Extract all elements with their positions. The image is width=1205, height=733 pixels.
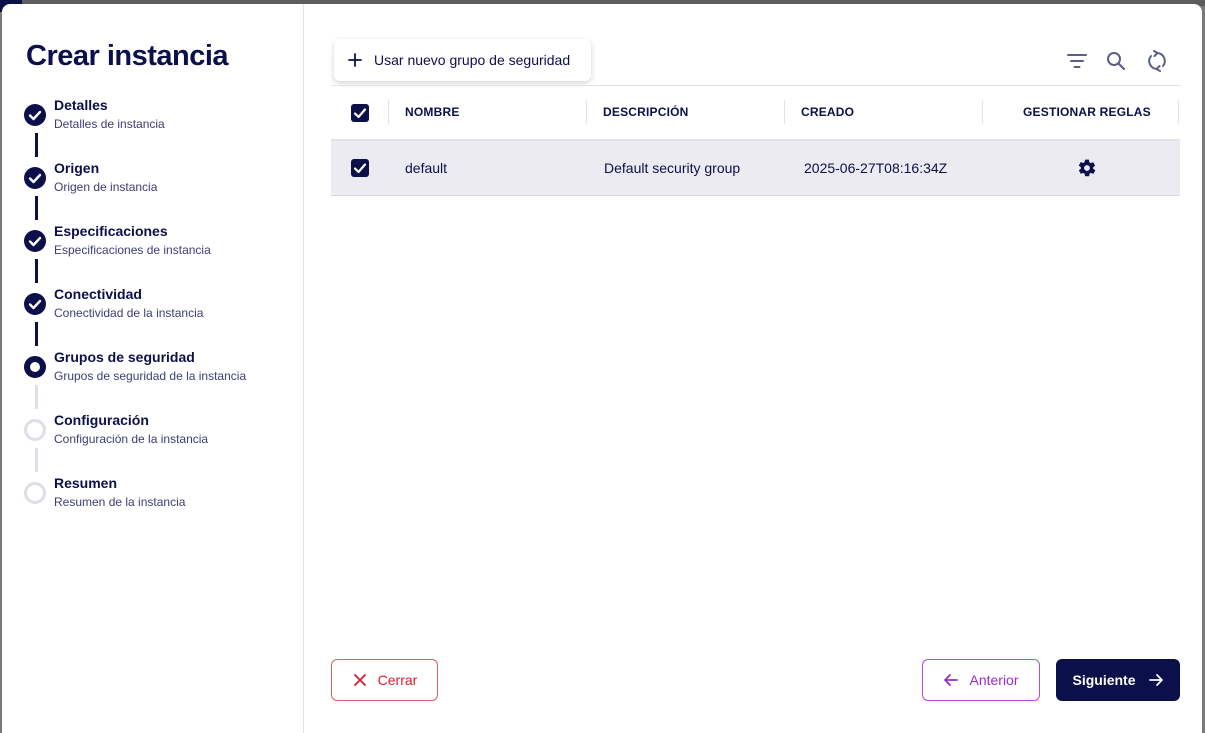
check-circle-icon: [24, 167, 46, 189]
refresh-icon[interactable]: [1146, 50, 1168, 72]
current-step-icon: [24, 356, 46, 378]
step-connector: [35, 196, 38, 220]
plus-icon: [348, 53, 362, 67]
gear-icon[interactable]: [1077, 158, 1097, 178]
step-subtitle: Grupos de seguridad de la instancia: [54, 369, 247, 383]
step-title: Configuración: [54, 412, 149, 428]
table-header: NOMBRE DESCRIPCIÓN CREADO GESTIONAR REGL…: [331, 86, 1180, 141]
step-subtitle: Configuración de la instancia: [54, 432, 209, 446]
wizard-sidebar: Crear instancia Detalles Detalles de ins…: [2, 4, 304, 733]
step-title: Especificaciones: [54, 223, 168, 239]
step-detalles[interactable]: Detalles Detalles de instancia: [24, 97, 294, 137]
close-button-label: Cerrar: [377, 672, 418, 688]
previous-button[interactable]: Anterior: [922, 659, 1040, 701]
column-header-name[interactable]: NOMBRE: [405, 86, 460, 139]
table-row[interactable]: default Default security group 2025-06-2…: [331, 141, 1180, 196]
step-title: Origen: [54, 160, 100, 176]
step-grupos-de-seguridad[interactable]: Grupos de seguridad Grupos de seguridad …: [24, 349, 294, 389]
step-connector: [35, 259, 38, 283]
step-connector: [35, 448, 38, 472]
step-subtitle: Especificaciones de instancia: [54, 243, 211, 257]
step-subtitle: Resumen de la instancia: [54, 495, 186, 509]
step-title: Grupos de seguridad: [54, 349, 195, 365]
previous-button-label: Anterior: [969, 672, 1019, 688]
use-new-security-group-label: Usar nuevo grupo de seguridad: [374, 52, 571, 68]
column-separator: [784, 100, 785, 124]
checkmark-icon: [353, 163, 367, 174]
empty-circle-icon: [24, 419, 46, 441]
step-title: Conectividad: [54, 286, 142, 302]
next-button[interactable]: Siguiente: [1056, 659, 1180, 701]
page-title: Crear instancia: [26, 40, 229, 72]
checkmark-icon: [353, 108, 367, 119]
column-separator: [982, 100, 983, 124]
step-especificaciones[interactable]: Especificaciones Especificaciones de ins…: [24, 223, 294, 263]
close-icon: [353, 674, 366, 686]
column-separator: [1178, 100, 1179, 124]
use-new-security-group-button[interactable]: Usar nuevo grupo de seguridad: [334, 39, 591, 81]
step-title: Resumen: [54, 475, 118, 491]
step-subtitle: Conectividad de la instancia: [54, 306, 204, 320]
arrow-right-icon: [1148, 674, 1163, 686]
empty-circle-icon: [24, 482, 46, 504]
cell-created: 2025-06-27T08:16:34Z: [804, 160, 948, 176]
check-circle-icon: [24, 230, 46, 252]
create-instance-dialog: Crear instancia Detalles Detalles de ins…: [2, 4, 1202, 733]
arrow-left-icon: [944, 674, 959, 686]
step-conectividad[interactable]: Conectividad Conectividad de la instanci…: [24, 286, 294, 326]
cell-name: default: [405, 160, 448, 176]
step-subtitle: Origen de instancia: [54, 180, 158, 194]
close-button[interactable]: Cerrar: [331, 659, 438, 701]
column-header-manage-rules: GESTIONAR REGLAS: [1023, 105, 1151, 119]
step-subtitle: Detalles de instancia: [54, 117, 165, 131]
column-header-description[interactable]: DESCRIPCIÓN: [603, 86, 689, 139]
filter-icon[interactable]: [1066, 50, 1088, 72]
step-origen[interactable]: Origen Origen de instancia: [24, 160, 294, 200]
search-icon[interactable]: [1105, 50, 1127, 72]
column-separator: [388, 100, 389, 124]
column-header-created[interactable]: CREADO: [801, 86, 854, 139]
step-configuracion[interactable]: Configuración Configuración de la instan…: [24, 412, 294, 452]
row-checkbox[interactable]: [351, 159, 369, 177]
check-circle-icon: [24, 293, 46, 315]
step-resumen[interactable]: Resumen Resumen de la instancia: [24, 475, 294, 515]
check-circle-icon: [24, 104, 46, 126]
next-button-label: Siguiente: [1072, 672, 1136, 688]
main-panel: Usar nuevo grupo de seguridad NOMBRE DES…: [304, 4, 1202, 733]
step-connector: [35, 385, 38, 409]
select-all-checkbox[interactable]: [351, 104, 369, 122]
step-title: Detalles: [54, 97, 108, 113]
step-connector: [35, 322, 38, 346]
cell-description: Default security group: [604, 160, 741, 176]
column-separator: [586, 100, 587, 124]
step-connector: [35, 133, 38, 157]
